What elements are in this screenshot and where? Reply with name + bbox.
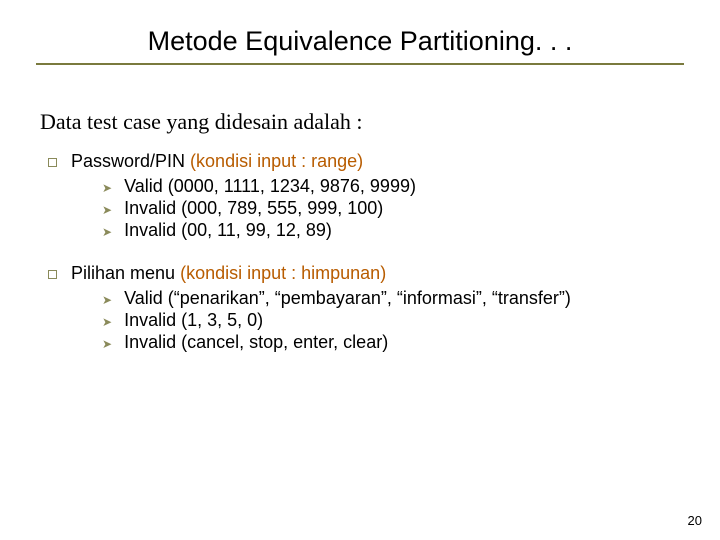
- list-item-text: Invalid (000, 789, 555, 999, 100): [124, 198, 383, 219]
- slide: Metode Equivalence Partitioning. . . Dat…: [0, 0, 720, 540]
- chevron-right-icon: ➤: [102, 225, 112, 239]
- slide-title: Metode Equivalence Partitioning. . .: [148, 26, 573, 57]
- heading-paren: (kondisi input : range): [190, 151, 363, 171]
- intro-text: Data test case yang didesain adalah :: [40, 109, 680, 135]
- slide-body: Data test case yang didesain adalah : Pa…: [36, 109, 684, 353]
- heading-plain: Password/PIN: [71, 151, 190, 171]
- list-item-text: Valid (“penarikan”, “pembayaran”, “infor…: [124, 288, 571, 309]
- chevron-right-icon: ➤: [102, 337, 112, 351]
- list-item-text: Invalid (00, 11, 99, 12, 89): [124, 220, 332, 241]
- block-heading-row: Password/PIN (kondisi input : range): [40, 151, 680, 172]
- list-item-text: Valid (0000, 1111, 1234, 9876, 9999): [124, 176, 416, 197]
- square-bullet-icon: [48, 158, 57, 167]
- heading-paren: (kondisi input : himpunan): [180, 263, 386, 283]
- title-row: Metode Equivalence Partitioning. . .: [36, 26, 684, 57]
- sub-list: ➤ Valid (“penarikan”, “pembayaran”, “inf…: [102, 288, 680, 353]
- content-block: Pilihan menu (kondisi input : himpunan) …: [40, 263, 680, 353]
- square-bullet-icon: [48, 270, 57, 279]
- page-number: 20: [688, 513, 702, 528]
- list-item: ➤ Invalid (1, 3, 5, 0): [102, 310, 680, 331]
- block-heading: Password/PIN (kondisi input : range): [71, 151, 363, 172]
- content-block: Password/PIN (kondisi input : range) ➤ V…: [40, 151, 680, 241]
- list-item: ➤ Invalid (000, 789, 555, 999, 100): [102, 198, 680, 219]
- sub-list: ➤ Valid (0000, 1111, 1234, 9876, 9999) ➤…: [102, 176, 680, 241]
- chevron-right-icon: ➤: [102, 293, 112, 307]
- block-heading-row: Pilihan menu (kondisi input : himpunan): [40, 263, 680, 284]
- title-divider: [36, 63, 684, 65]
- list-item: ➤ Invalid (00, 11, 99, 12, 89): [102, 220, 680, 241]
- chevron-right-icon: ➤: [102, 315, 112, 329]
- list-item: ➤ Invalid (cancel, stop, enter, clear): [102, 332, 680, 353]
- list-item: ➤ Valid (“penarikan”, “pembayaran”, “inf…: [102, 288, 680, 309]
- heading-plain: Pilihan menu: [71, 263, 180, 283]
- chevron-right-icon: ➤: [102, 181, 112, 195]
- list-item-text: Invalid (cancel, stop, enter, clear): [124, 332, 388, 353]
- block-heading: Pilihan menu (kondisi input : himpunan): [71, 263, 386, 284]
- chevron-right-icon: ➤: [102, 203, 112, 217]
- list-item-text: Invalid (1, 3, 5, 0): [124, 310, 263, 331]
- list-item: ➤ Valid (0000, 1111, 1234, 9876, 9999): [102, 176, 680, 197]
